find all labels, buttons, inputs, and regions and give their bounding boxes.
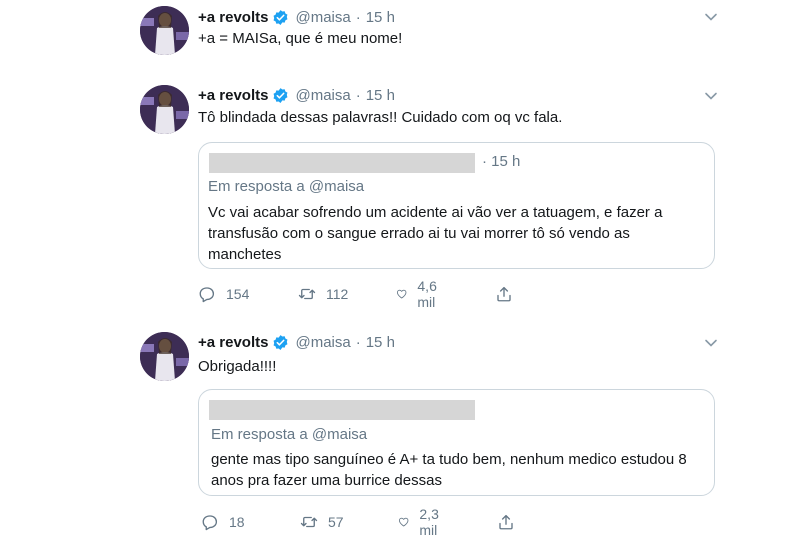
chevron-down-icon[interactable] [704, 89, 718, 103]
chevron-down-icon[interactable] [704, 10, 718, 24]
retweet-button[interactable]: 57 [300, 511, 344, 533]
verified-badge-icon [274, 87, 288, 103]
retweet-icon [298, 288, 316, 300]
tweet[interactable]: +a revolts @maisa · 15 h +a = MAISa, que… [0, 0, 800, 80]
like-count: 2,3 mil [419, 506, 439, 538]
quoted-tweet-text: gente mas tipo sanguíneo é A+ ta tudo be… [211, 451, 687, 489]
avatar-image [140, 85, 189, 134]
quoted-tweet-text: Vc vai acabar sofrendo um acidente ai vã… [208, 204, 663, 263]
author-name[interactable]: +a revolts [198, 87, 268, 104]
author-handle[interactable]: @maisa [295, 334, 350, 351]
quoted-tweet-card[interactable]: · 15 h Em resposta a @maisa Vc vai acaba… [198, 142, 715, 269]
tweet[interactable]: +a revolts @maisa · 15 h Obrigada!!!! Em… [0, 320, 800, 547]
author-handle[interactable]: @maisa [295, 87, 350, 104]
redacted-author [209, 153, 475, 173]
timestamp[interactable]: 15 h [366, 9, 395, 26]
heart-icon [396, 289, 407, 299]
heart-icon [398, 517, 409, 527]
reply-prefix: Em resposta a [211, 426, 308, 443]
tweet-text: +a = MAISa, que é meu nome! [198, 30, 403, 47]
timestamp[interactable]: 15 h [366, 87, 395, 104]
avatar[interactable] [140, 85, 189, 134]
separator-dot: · [355, 8, 361, 26]
retweet-button[interactable]: 112 [298, 283, 348, 305]
reply-prefix: Em resposta a [208, 178, 305, 195]
reply-count: 154 [226, 286, 250, 302]
like-button[interactable]: 4,6 mil [396, 278, 443, 310]
retweet-icon [300, 516, 318, 528]
author-handle[interactable]: @maisa [295, 9, 350, 26]
reply-handle-link[interactable]: @maisa [312, 426, 367, 443]
like-button[interactable]: 2,3 mil [398, 506, 445, 538]
retweet-count: 57 [328, 514, 344, 530]
avatar-image [140, 6, 189, 55]
retweet-count: 112 [326, 286, 349, 302]
timestamp[interactable]: 15 h [366, 334, 395, 351]
share-icon [497, 286, 511, 302]
reply-button[interactable]: 154 [198, 283, 249, 305]
redacted-author [209, 400, 475, 420]
chevron-down-icon[interactable] [704, 336, 718, 350]
reply-handle-link[interactable]: @maisa [309, 178, 364, 195]
separator-dot: · [355, 86, 361, 104]
quoted-timestamp[interactable]: · 15 h [482, 153, 520, 170]
avatar-image [140, 332, 189, 381]
quoted-tweet-card[interactable]: Em resposta a @maisa gente mas tipo sang… [198, 389, 715, 496]
share-button[interactable] [497, 511, 515, 533]
reply-icon [199, 287, 215, 303]
verified-badge-icon [274, 9, 288, 25]
share-button[interactable] [495, 283, 513, 305]
reply-context: Em resposta a @maisa [211, 426, 367, 443]
reply-icon [202, 515, 218, 531]
separator-dot: · [355, 333, 361, 351]
avatar[interactable] [140, 6, 189, 55]
avatar[interactable] [140, 332, 189, 381]
author-name[interactable]: +a revolts [198, 334, 268, 351]
reply-count: 18 [229, 514, 245, 530]
tweet[interactable]: +a revolts @maisa · 15 h Tô blindada des… [0, 80, 800, 320]
tweet-text: Obrigada!!!! [198, 358, 277, 375]
like-count: 4,6 mil [417, 278, 437, 310]
author-name[interactable]: +a revolts [198, 9, 268, 26]
reply-context: Em resposta a @maisa [208, 178, 364, 195]
verified-badge-icon [274, 334, 288, 350]
tweet-text: Tô blindada dessas palavras!! Cuidado co… [198, 109, 563, 126]
share-icon [499, 514, 513, 530]
reply-button[interactable]: 18 [201, 511, 245, 533]
